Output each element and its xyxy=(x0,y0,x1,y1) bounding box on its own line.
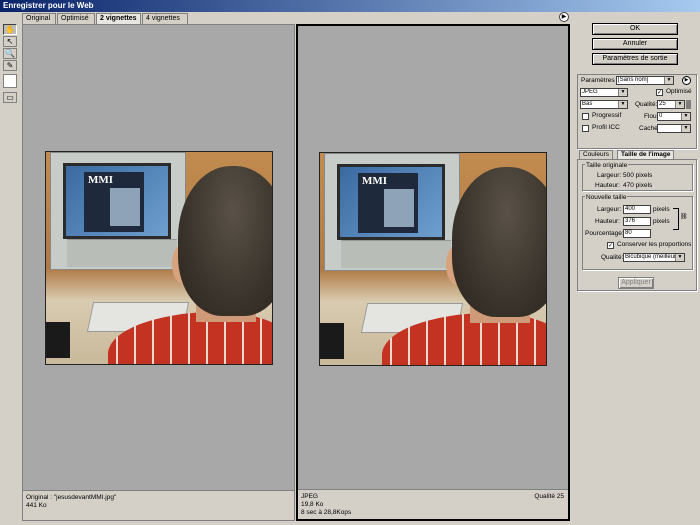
quality-slider-icon[interactable] xyxy=(686,100,691,109)
resample-quality-label: Qualité: xyxy=(601,254,624,261)
optimized-quality: Qualité 25 xyxy=(534,493,564,500)
original-filename: Original : "jesusdevantMMI.jpg" xyxy=(26,494,117,501)
apply-button[interactable]: Appliquer xyxy=(618,277,654,289)
original-photo: MMI xyxy=(45,151,273,365)
original-height-value: 470 pixels xyxy=(623,182,653,189)
percent-label: Pourcentage: xyxy=(585,230,624,237)
progressive-label: Progressif xyxy=(592,112,622,119)
output-settings-button[interactable]: Paramètres de sortie xyxy=(592,53,678,65)
image-size-panel: Taille originale Largeur: 500 pixels Hau… xyxy=(577,159,697,291)
new-height-input[interactable]: 376 xyxy=(623,217,651,226)
new-width-label: Largeur: xyxy=(597,206,622,213)
quality-label: Qualité: xyxy=(635,101,658,108)
tab-2-up[interactable]: 2 vignettes xyxy=(96,13,141,24)
constrain-checkbox[interactable]: ✓ xyxy=(607,242,614,249)
progressive-checkbox[interactable] xyxy=(582,113,589,120)
eyedropper-icon[interactable]: ✎ xyxy=(3,60,17,71)
new-width-input[interactable]: 400 xyxy=(623,205,651,214)
original-size-group: Taille originale Largeur: 500 pixels Hau… xyxy=(582,162,693,191)
hand-icon[interactable]: ✋ xyxy=(3,24,17,35)
original-size: 441 Ko xyxy=(26,502,47,509)
params-select[interactable]: [Sans nom] xyxy=(616,76,674,85)
percent-input[interactable]: 80 xyxy=(623,229,651,238)
view-tabs: Original Optimisé 2 vignettes 4 vignette… xyxy=(22,13,572,24)
tab-original[interactable]: Original xyxy=(22,13,56,24)
params-label: Paramètres : xyxy=(581,77,619,84)
blur-input[interactable]: 0 xyxy=(657,112,691,121)
zoom-icon[interactable]: 🔍 xyxy=(3,48,17,59)
window-title: Enregistrer pour le Web xyxy=(0,0,700,12)
optimize-settings-group: Paramètres : [Sans nom] ▶ JPEG ✓ Optimis… xyxy=(577,74,697,149)
resample-quality-select[interactable]: Bicubique (meilleur... xyxy=(623,253,685,262)
optimize-menu-icon[interactable]: ▶ xyxy=(682,76,691,85)
tab-optimized[interactable]: Optimisé xyxy=(57,13,95,24)
original-height-label: Hauteur: xyxy=(595,182,620,189)
cancel-button[interactable]: Annuler xyxy=(592,38,678,50)
constrain-link-icon xyxy=(673,208,679,230)
optimized-label: Optimisé xyxy=(666,88,692,95)
new-width-unit: pixels xyxy=(653,206,670,213)
original-width-value: 500 pixels xyxy=(623,172,653,179)
new-size-group: Nouvelle taille Largeur: 400 pixels Haut… xyxy=(582,194,693,270)
new-height-unit: pixels xyxy=(653,218,670,225)
tab-image-size[interactable]: Taille de l'image xyxy=(617,150,675,159)
slice-select-icon[interactable]: ↖ xyxy=(3,36,17,47)
tab-colors[interactable]: Couleurs xyxy=(579,150,614,159)
preview-menu-icon[interactable]: ▶ xyxy=(559,12,569,22)
icc-profile-label: Profil ICC xyxy=(592,124,620,131)
color-swatch-icon[interactable] xyxy=(3,74,17,88)
optimized-status: JPEG 19,8 Ko 8 sec à 28,8Kops Qualité 25 xyxy=(298,489,568,519)
optimized-pane[interactable]: MMI JPEG 19,8 Ko 8 sec à 28,8Kops Qualit… xyxy=(296,24,570,521)
quality-input[interactable]: 25 xyxy=(657,100,685,109)
tab-4-up[interactable]: 4 vignettes xyxy=(142,13,188,24)
constrain-label: Conserver les proportions xyxy=(617,241,692,248)
icc-profile-checkbox[interactable] xyxy=(582,125,589,132)
matte-select[interactable] xyxy=(657,124,691,133)
original-size-title: Taille originale xyxy=(585,162,629,170)
optimized-download-time: 8 sec à 28,8Kops xyxy=(301,509,352,516)
tool-palette: ✋ ↖ 🔍 ✎ ▭ xyxy=(0,12,20,525)
toggle-slices-icon[interactable]: ▭ xyxy=(3,92,17,103)
new-size-title: Nouvelle taille xyxy=(585,194,628,202)
ok-button[interactable]: OK xyxy=(592,23,678,35)
original-status: Original : "jesusdevantMMI.jpg" 441 Ko xyxy=(23,490,294,520)
quality-preset-select[interactable]: Bas xyxy=(580,100,628,109)
format-select[interactable]: JPEG xyxy=(580,88,628,97)
optimized-size: 19,8 Ko xyxy=(301,501,324,508)
new-height-label: Hauteur: xyxy=(595,218,620,225)
settings-panel: OK Annuler Paramètres de sortie Paramètr… xyxy=(575,12,700,525)
optimized-format: JPEG xyxy=(301,493,318,500)
optimized-checkbox[interactable]: ✓ xyxy=(656,89,663,96)
chain-icon: ⛓ xyxy=(680,214,688,220)
optimized-photo: MMI xyxy=(319,152,547,366)
original-width-label: Largeur: xyxy=(597,172,622,179)
original-pane[interactable]: MMI Original : "jesusdevantMMI.jpg" 441 … xyxy=(22,24,295,521)
